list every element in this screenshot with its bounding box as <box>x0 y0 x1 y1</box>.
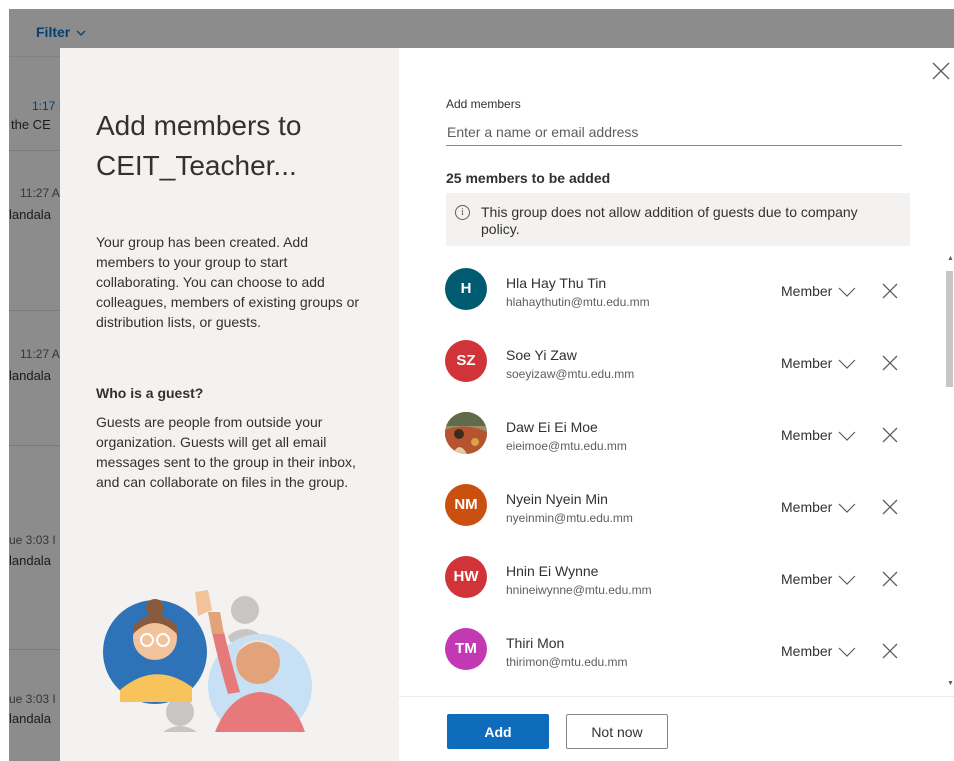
member-row: NM Nyein Nyein Min nyeinmin@mtu.edu.mm M… <box>430 472 945 544</box>
add-members-input[interactable] <box>446 118 902 146</box>
member-list: H Hla Hay Thu Tin hlahaythutin@mtu.edu.m… <box>430 256 945 692</box>
scroll-down-arrow-icon[interactable]: ▼ <box>947 680 954 687</box>
avatar: NM <box>445 484 487 526</box>
chevron-down-icon <box>838 431 856 441</box>
chevron-down-icon <box>838 359 856 369</box>
chevron-down-icon <box>838 503 856 513</box>
scroll-up-arrow-icon[interactable]: ▲ <box>947 255 954 262</box>
high-five-illustration <box>103 590 312 732</box>
member-email: hlahaythutin@mtu.edu.mm <box>506 295 650 309</box>
role-label: Member <box>781 499 833 515</box>
role-label: Member <box>781 355 833 371</box>
avatar: HW <box>445 556 487 598</box>
avatar: SZ <box>445 340 487 382</box>
member-email: nyeinmin@mtu.edu.mm <box>506 511 633 525</box>
role-dropdown[interactable]: Member <box>781 499 856 515</box>
avatar: TM <box>445 628 487 670</box>
member-email: eieimoe@mtu.edu.mm <box>506 439 627 453</box>
member-list-scrollbar[interactable]: ▲ ▼ <box>945 253 954 693</box>
member-email: soeyizaw@mtu.edu.mm <box>506 367 635 381</box>
member-name: Thiri Mon <box>506 635 565 651</box>
chevron-down-icon <box>838 575 856 585</box>
role-label: Member <box>781 643 833 659</box>
avatar: H <box>445 268 487 310</box>
member-name: Daw Ei Ei Moe <box>506 419 598 435</box>
footer-divider <box>399 696 954 697</box>
chevron-down-icon <box>838 287 856 297</box>
close-icon[interactable] <box>930 60 952 82</box>
member-name: Soe Yi Zaw <box>506 347 577 363</box>
guest-policy-notice: i This group does not allow addition of … <box>446 193 910 246</box>
member-email: hnineiwynne@mtu.edu.mm <box>506 583 652 597</box>
member-row: H Hla Hay Thu Tin hlahaythutin@mtu.edu.m… <box>430 256 945 328</box>
add-members-label: Add members <box>446 97 521 111</box>
not-now-button[interactable]: Not now <box>566 714 668 749</box>
remove-member-icon[interactable] <box>882 499 898 515</box>
chevron-down-icon <box>838 647 856 657</box>
members-count-label: 25 members to be added <box>446 170 611 186</box>
remove-member-icon[interactable] <box>882 427 898 443</box>
dialog-description: Your group has been created. Add members… <box>96 234 360 330</box>
scroll-thumb[interactable] <box>946 271 953 387</box>
member-row: SZ Soe Yi Zaw soeyizaw@mtu.edu.mm Member <box>430 328 945 400</box>
member-name: Nyein Nyein Min <box>506 491 608 507</box>
avatar-photo <box>445 412 487 454</box>
role-dropdown[interactable]: Member <box>781 283 856 299</box>
role-label: Member <box>781 571 833 587</box>
role-label: Member <box>781 283 833 299</box>
remove-member-icon[interactable] <box>882 283 898 299</box>
add-button[interactable]: Add <box>447 714 549 749</box>
role-dropdown[interactable]: Member <box>781 427 856 443</box>
avatar-photo-image <box>445 412 487 454</box>
role-label: Member <box>781 427 833 443</box>
member-row: HW Hnin Ei Wynne hnineiwynne@mtu.edu.mm … <box>430 544 945 616</box>
guest-heading: Who is a guest? <box>96 385 204 401</box>
info-icon: i <box>455 205 470 220</box>
member-email: thirimon@mtu.edu.mm <box>506 655 628 669</box>
window-edge <box>0 0 9 761</box>
role-dropdown[interactable]: Member <box>781 643 856 659</box>
remove-member-icon[interactable] <box>882 355 898 371</box>
remove-member-icon[interactable] <box>882 643 898 659</box>
dialog-title: Add members to CEIT_Teacher... <box>96 110 302 181</box>
member-row: TM Thiri Mon thirimon@mtu.edu.mm Member <box>430 616 945 688</box>
guest-description: Guests are people from outside your orga… <box>96 414 356 490</box>
member-row: Daw Ei Ei Moe eieimoe@mtu.edu.mm Member <box>430 400 945 472</box>
role-dropdown[interactable]: Member <box>781 355 856 371</box>
role-dropdown[interactable]: Member <box>781 571 856 587</box>
guest-policy-text: This group does not allow addition of gu… <box>481 204 858 237</box>
remove-member-icon[interactable] <box>882 571 898 587</box>
member-name: Hnin Ei Wynne <box>506 563 599 579</box>
member-name: Hla Hay Thu Tin <box>506 275 607 291</box>
